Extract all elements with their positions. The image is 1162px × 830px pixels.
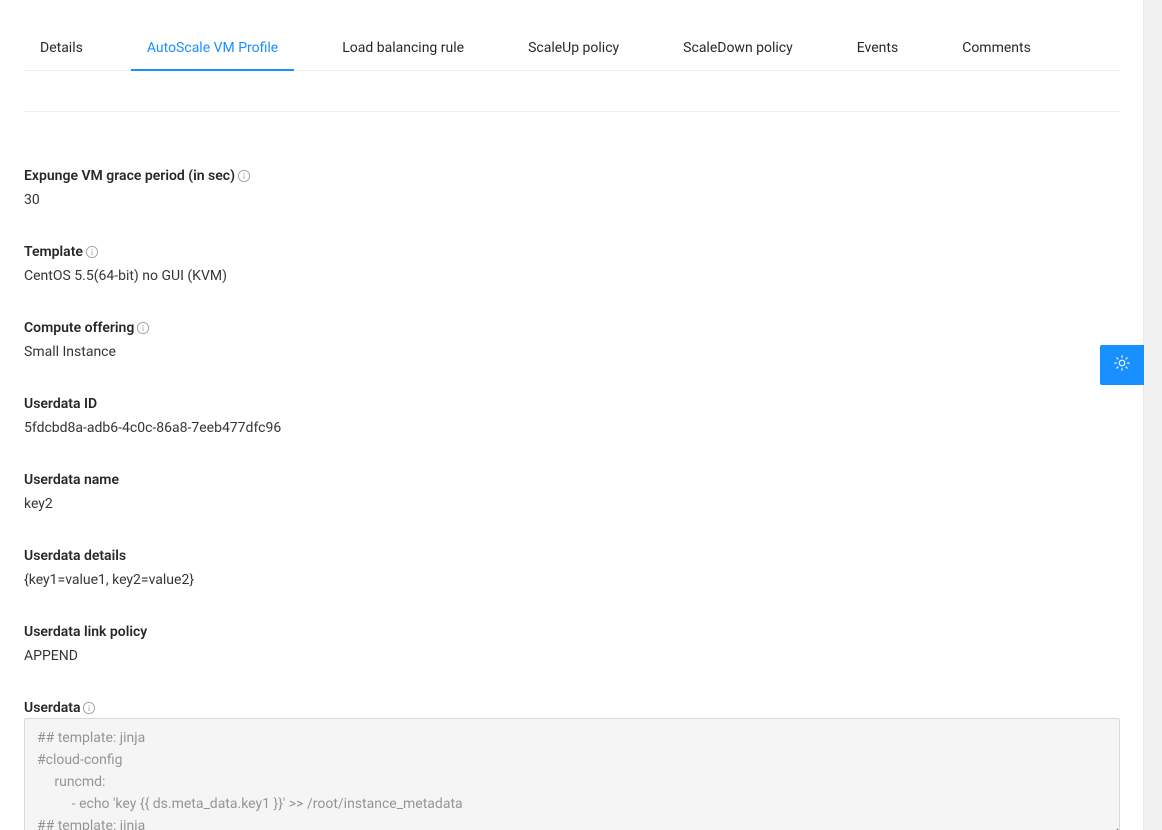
- field-userdata: Userdata: [24, 698, 1120, 830]
- field-label: Compute offering: [24, 318, 1120, 338]
- info-icon[interactable]: [82, 701, 96, 715]
- tab-comments[interactable]: Comments: [946, 28, 1047, 70]
- field-userdata-id: Userdata ID 5fdcbd8a-adb6-4c0c-86a8-7eeb…: [24, 394, 1120, 438]
- tab-details[interactable]: Details: [24, 28, 99, 70]
- main-scroll-area[interactable]: Details AutoScale VM Profile Load balanc…: [0, 0, 1144, 830]
- field-compute-offering: Compute offering Small Instance: [24, 318, 1120, 362]
- label-text: Userdata details: [24, 546, 126, 566]
- field-label: Userdata link policy: [24, 622, 1120, 642]
- label-text: Template: [24, 242, 83, 262]
- section-divider: [24, 111, 1120, 112]
- field-label: Expunge VM grace period (in sec): [24, 166, 1120, 186]
- tab-label: AutoScale VM Profile: [147, 40, 278, 56]
- tab-autoscale-vm-profile[interactable]: AutoScale VM Profile: [131, 28, 294, 70]
- field-template: Template CentOS 5.5(64-bit) no GUI (KVM): [24, 242, 1120, 286]
- tab-label: Events: [857, 40, 898, 56]
- field-value: 30: [24, 190, 1120, 210]
- info-icon[interactable]: [237, 169, 251, 183]
- page-scrollbar-track: [1144, 0, 1162, 830]
- field-label: Userdata ID: [24, 394, 1120, 414]
- tab-scaleup-policy[interactable]: ScaleUp policy: [512, 28, 635, 70]
- field-userdata-name: Userdata name key2: [24, 470, 1120, 514]
- field-label: Userdata details: [24, 546, 1120, 566]
- tab-label: Comments: [962, 40, 1031, 56]
- gear-icon: [1113, 354, 1131, 376]
- tab-label: Details: [40, 40, 83, 56]
- field-label: Userdata: [24, 698, 1120, 718]
- field-value: 5fdcbd8a-adb6-4c0c-86a8-7eeb477dfc96: [24, 418, 1120, 438]
- label-text: Expunge VM grace period (in sec): [24, 166, 235, 186]
- field-value: key2: [24, 494, 1120, 514]
- panel-right-border: [1143, 0, 1144, 830]
- settings-fab-button[interactable]: [1100, 345, 1144, 385]
- tab-label: Load balancing rule: [342, 40, 464, 56]
- field-expunge-grace-period: Expunge VM grace period (in sec) 30: [24, 166, 1120, 210]
- field-userdata-link-policy: Userdata link policy APPEND: [24, 622, 1120, 666]
- userdata-textarea[interactable]: [24, 718, 1120, 830]
- tab-label: ScaleUp policy: [528, 40, 619, 56]
- info-icon[interactable]: [136, 321, 150, 335]
- label-text: Compute offering: [24, 318, 134, 338]
- tab-label: ScaleDown policy: [683, 40, 793, 56]
- tab-events[interactable]: Events: [841, 28, 914, 70]
- label-text: Userdata ID: [24, 394, 97, 414]
- field-value: {key1=value1, key2=value2}: [24, 570, 1120, 590]
- tab-load-balancing-rule[interactable]: Load balancing rule: [326, 28, 480, 70]
- tabs-bar: Details AutoScale VM Profile Load balanc…: [24, 28, 1120, 71]
- field-value: Small Instance: [24, 342, 1120, 362]
- label-text: Userdata name: [24, 470, 119, 490]
- field-label: Userdata name: [24, 470, 1120, 490]
- label-text: Userdata link policy: [24, 622, 147, 642]
- info-icon[interactable]: [85, 245, 99, 259]
- field-value: APPEND: [24, 646, 1120, 666]
- profile-fields: Expunge VM grace period (in sec) 30 Temp…: [24, 166, 1120, 830]
- label-text: Userdata: [24, 698, 80, 718]
- field-label: Template: [24, 242, 1120, 262]
- field-userdata-details: Userdata details {key1=value1, key2=valu…: [24, 546, 1120, 590]
- tab-scaledown-policy[interactable]: ScaleDown policy: [667, 28, 809, 70]
- content-area: Details AutoScale VM Profile Load balanc…: [0, 28, 1144, 830]
- field-value: CentOS 5.5(64-bit) no GUI (KVM): [24, 266, 1120, 286]
